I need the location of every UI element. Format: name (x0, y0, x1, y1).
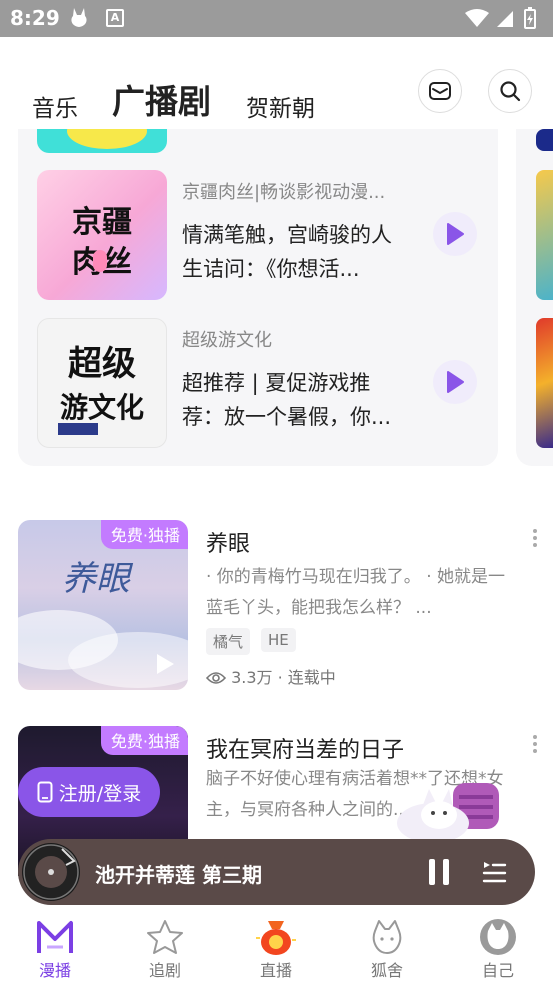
peek-cover (536, 318, 553, 448)
vinyl-icon (23, 844, 79, 900)
status-signal-battery-icon (465, 7, 536, 29)
peek-cover (536, 129, 553, 151)
mail-icon (429, 82, 451, 100)
eye-icon (205, 672, 227, 684)
player-disc (22, 843, 80, 901)
play-button[interactable] (433, 212, 477, 256)
manbo-icon (37, 921, 73, 953)
svg-text:养眼: 养眼 (62, 559, 134, 599)
drama-description: · 你的青梅竹马现在归我了。 · 她就是一蓝毛丫头，能把我怎么样？ ... (206, 567, 506, 618)
recommend-subtitle: 京疆肉丝|畅谈影视动漫... (182, 182, 386, 203)
fox-icon (372, 920, 402, 954)
recommend-item[interactable]: 超级 游文化 超级游文化 超推荐 | 夏促游戏推荐：放一个暑假，你... (37, 318, 497, 448)
recommend-title: 超推荐 | 夏促游戏推荐：放一个暑假，你... (182, 371, 392, 429)
svg-text:游文化: 游文化 (60, 391, 144, 424)
player-title: 池开并蒂莲 第三期 (95, 863, 262, 887)
avatar-icon (480, 919, 516, 955)
keyboard-notification-icon: A (106, 9, 124, 27)
nav-item-hushe[interactable]: 狐舍 (332, 905, 442, 983)
play-icon (447, 371, 464, 393)
login-register-button[interactable]: 注册/登录 (18, 767, 160, 817)
nav-label: 自己 (481, 961, 514, 980)
status-time: 8:29 (10, 6, 60, 30)
search-button[interactable] (488, 69, 532, 113)
svg-text:京疆: 京疆 (72, 205, 132, 240)
recommend-item[interactable]: 京疆 肉丝 京疆肉丝|畅谈影视动漫... 情满笔触，宫崎骏的人生诘问：《你想活.… (37, 170, 497, 300)
drama-badge: 免费·独播 (100, 520, 188, 549)
recommend-subtitle: 超级游文化 (182, 330, 272, 351)
top-nav: 音乐 广播剧 贺新朝 (0, 37, 553, 129)
fox-mascot-icon[interactable] (393, 775, 505, 845)
drama-stats-text: 3.3万 · 连载中 (231, 668, 336, 687)
app-notification-icon (71, 8, 87, 27)
tab-he-xin-chao[interactable]: 贺新朝 (246, 89, 315, 123)
nav-item-me[interactable]: 自己 (443, 905, 553, 983)
nav-item-zhuiju[interactable]: 追剧 (110, 905, 220, 983)
drama-tag[interactable]: HE (261, 628, 296, 652)
recommend-cover-image: 超级 游文化 (37, 318, 167, 448)
drama-badge: 免费·独播 (100, 726, 188, 755)
drama-title: 养眼 (206, 532, 251, 557)
nav-label: 漫播 (38, 961, 71, 980)
peek-cover (536, 170, 553, 300)
drama-card[interactable]: 养眼 免费·独播 养眼 · 你的青梅竹马现在归我了。 · 她就是一蓝毛丫头，能把… (18, 520, 538, 692)
search-icon (500, 81, 521, 102)
play-button[interactable] (433, 360, 477, 404)
star-icon (147, 920, 183, 954)
tab-music[interactable]: 音乐 (32, 89, 78, 123)
more-options-icon[interactable] (532, 528, 538, 548)
mini-player[interactable]: 池开并蒂莲 第三期 (18, 839, 535, 905)
bottom-nav: 漫播 追剧 直播 狐舍 自己 (0, 905, 553, 983)
live-lucky-bag-icon (256, 921, 296, 955)
nav-label: 直播 (259, 961, 292, 980)
login-register-label: 注册/登录 (58, 782, 142, 805)
nav-label: 追剧 (148, 961, 181, 980)
cover-art: 超级 游文化 (58, 344, 144, 435)
phone-icon (37, 781, 53, 803)
pause-icon[interactable] (426, 858, 452, 886)
cut-cover-image (37, 129, 167, 153)
nav-item-manbo[interactable]: 漫播 (0, 905, 110, 983)
message-button[interactable] (418, 69, 462, 113)
drama-stats: 3.3万 · 连载中 (205, 664, 336, 688)
cover-art: 京疆 肉丝 (72, 205, 132, 280)
more-options-icon[interactable] (532, 734, 538, 754)
recommend-cover-image: 京疆 肉丝 (37, 170, 167, 300)
play-icon (447, 223, 464, 245)
drama-title: 我在冥府当差的日子 (206, 738, 405, 763)
nav-label: 狐舍 (370, 961, 403, 980)
playlist-icon[interactable] (481, 859, 507, 885)
recommend-title: 情满笔触，宫崎骏的人生诘问：《你想活... (182, 223, 392, 281)
nav-item-zhibo[interactable]: 直播 (221, 905, 331, 983)
svg-text:超级: 超级 (68, 344, 136, 384)
drama-tag[interactable]: 橘气 (206, 628, 251, 655)
play-icon (157, 654, 174, 674)
drama-cover-image: 养眼 免费·独播 (18, 520, 188, 690)
tab-radio-drama[interactable]: 广播剧 (112, 75, 211, 123)
status-bar: 8:29 A (0, 0, 553, 37)
